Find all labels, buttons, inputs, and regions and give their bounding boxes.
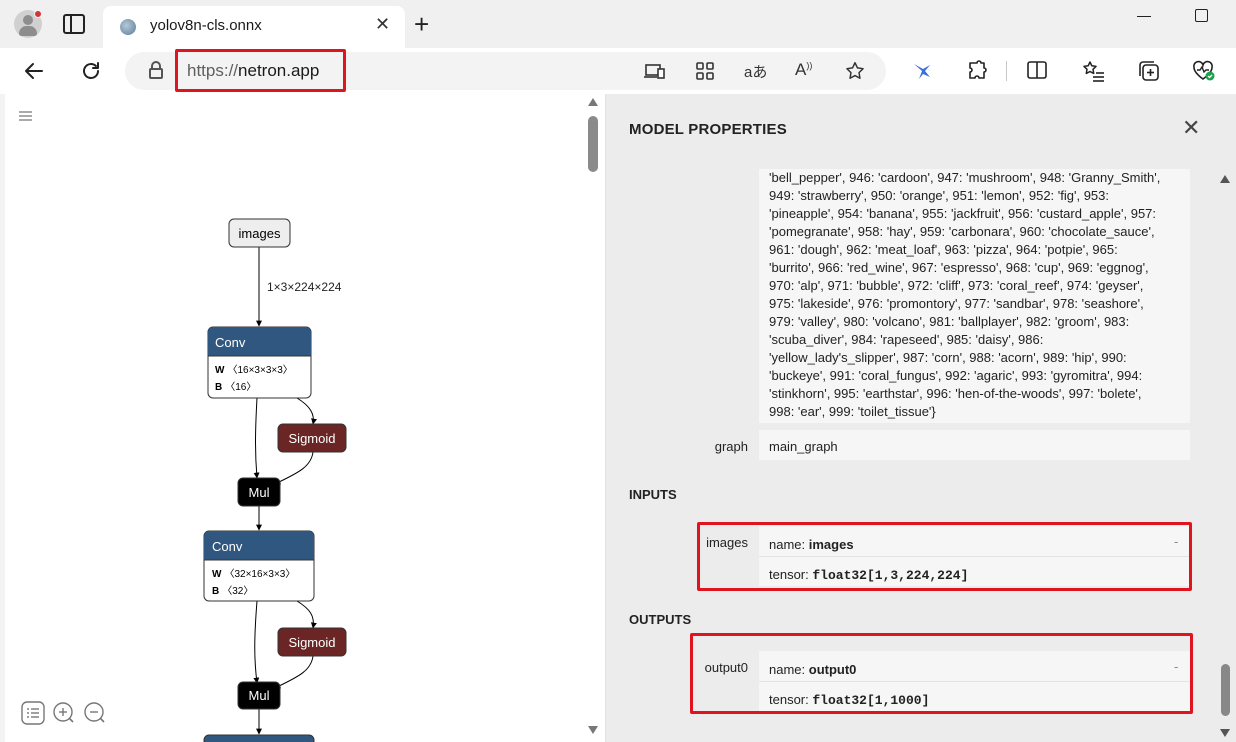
notification-dot: [34, 10, 42, 18]
scroll-down-arrow-icon[interactable]: [1220, 729, 1230, 737]
netron-favicon-icon: [120, 19, 136, 35]
profile-avatar[interactable]: [14, 10, 42, 38]
graph-value: main_graph: [769, 439, 838, 454]
graph-tools: [21, 701, 111, 730]
tab-title: yolov8n-cls.onnx: [150, 17, 262, 34]
maximize-button[interactable]: [1195, 9, 1208, 22]
graph-scrollbar[interactable]: [586, 94, 600, 742]
bias-shape: 〈32〉: [222, 585, 253, 597]
scroll-up-arrow-icon[interactable]: [588, 98, 598, 106]
mul-node-2[interactable]: Mul: [237, 681, 281, 710]
app-available-icon[interactable]: [644, 63, 666, 79]
bias-label: B: [212, 586, 219, 597]
read-aloud-icon[interactable]: A)): [795, 60, 812, 80]
svg-text:B〈32〉: B 〈32〉: [212, 585, 253, 597]
zoom-in-icon[interactable]: [53, 702, 74, 723]
mul-node-label: Mul: [249, 688, 270, 703]
metadata-text: 'bell_pepper', 946: 'cardoon', 947: 'mus…: [769, 170, 1161, 419]
conv-node-title: Conv: [215, 335, 246, 350]
panel-title: MODEL PROPERTIES: [629, 121, 787, 138]
collections-icon[interactable]: [1137, 59, 1161, 83]
qr-code-icon[interactable]: [695, 61, 715, 81]
edge-conv2-mul2: [253, 600, 260, 684]
extension-bird-icon[interactable]: [911, 60, 933, 82]
lock-icon[interactable]: [149, 61, 163, 79]
input-node-label: images: [239, 226, 281, 241]
conv-node-title: Conv: [212, 539, 243, 554]
favorites-list-icon[interactable]: [1082, 59, 1106, 83]
outputs-title: OUTPUTS: [629, 612, 692, 627]
model-graph: 1×3×224×224 images Conv W 〈16×3×3×3〉 B 〈1: [203, 218, 347, 742]
edge-conv1-sigmoid1: [296, 397, 317, 425]
split-screen-icon[interactable]: [1026, 59, 1048, 81]
scroll-thumb[interactable]: [588, 116, 598, 172]
bias-shape: 〈16〉: [225, 381, 256, 393]
scroll-thumb[interactable]: [1221, 664, 1230, 716]
zoom-out-icon[interactable]: [84, 702, 105, 723]
inputs-title: INPUTS: [629, 487, 677, 502]
outputs-highlight-box: [690, 633, 1193, 714]
tab-close-icon[interactable]: ✕: [375, 14, 390, 34]
favorite-star-icon[interactable]: [844, 60, 866, 82]
mul-node-label: Mul: [249, 485, 270, 500]
close-icon[interactable]: ✕: [1182, 116, 1200, 140]
properties-scrollbar[interactable]: [1218, 169, 1232, 739]
back-arrow-icon[interactable]: [22, 59, 46, 83]
minimize-button[interactable]: [1137, 16, 1151, 17]
graph-label: graph: [714, 439, 748, 454]
browser-essentials-icon[interactable]: [1191, 59, 1217, 83]
svg-text:B〈16〉: B 〈16〉: [215, 381, 256, 393]
conv-node-2[interactable]: Conv W 〈32×16×3×3〉 B 〈32〉: [203, 530, 315, 602]
inputs-highlight-box: [697, 522, 1192, 591]
list-view-icon[interactable]: [21, 701, 45, 725]
graph-value-box: main_graph: [759, 430, 1190, 460]
input-node-images[interactable]: images: [228, 218, 291, 248]
metadata-value: 'bell_pepper', 946: 'cardoon', 947: 'mus…: [759, 169, 1190, 423]
sigmoid-node-label: Sigmoid: [289, 635, 336, 650]
graph-view[interactable]: 1×3×224×224 images Conv W 〈16×3×3×3〉 B 〈1: [5, 94, 605, 742]
bias-label: B: [215, 382, 222, 393]
conv-node-1[interactable]: Conv W 〈16×3×3×3〉 B 〈16〉: [207, 326, 312, 399]
weight-shape: 〈32×16×3×3〉: [224, 568, 295, 580]
edge-sigmoid1-mul1: [274, 451, 314, 485]
conv-node-3-partial[interactable]: [203, 734, 315, 742]
weight-label: W: [215, 365, 225, 376]
edge-conv1-mul1: [253, 397, 260, 479]
translate-icon[interactable]: aあ: [744, 61, 767, 82]
toolbar-divider: [1006, 61, 1007, 81]
refresh-icon[interactable]: [79, 59, 103, 83]
scroll-down-arrow-icon[interactable]: [588, 726, 598, 734]
url-highlight-box: [175, 49, 346, 92]
edge-conv2-sigmoid2: [296, 600, 317, 629]
tab-actions-icon[interactable]: [63, 14, 85, 34]
edge-sigmoid2-mul2: [274, 655, 314, 689]
new-tab-button[interactable]: +: [414, 10, 429, 38]
svg-text:W〈16×3×3×3〉: W 〈16×3×3×3〉: [215, 364, 293, 376]
sigmoid-node-label: Sigmoid: [289, 431, 336, 446]
svg-text:W〈32×16×3×3〉: W 〈32×16×3×3〉: [212, 568, 295, 580]
weight-label: W: [212, 569, 222, 580]
edge-shape-label: 1×3×224×224: [267, 280, 342, 294]
scroll-up-arrow-icon[interactable]: [1220, 175, 1230, 183]
browser-tab[interactable]: yolov8n-cls.onnx ✕: [103, 6, 405, 48]
weight-shape: 〈16×3×3×3〉: [227, 364, 292, 376]
extensions-puzzle-icon[interactable]: [965, 59, 989, 83]
sigmoid-node-1[interactable]: Sigmoid: [277, 423, 347, 453]
mul-node-1[interactable]: Mul: [237, 477, 281, 507]
tab-bar: yolov8n-cls.onnx ✕ +: [0, 0, 1236, 48]
sigmoid-node-2[interactable]: Sigmoid: [277, 627, 347, 657]
